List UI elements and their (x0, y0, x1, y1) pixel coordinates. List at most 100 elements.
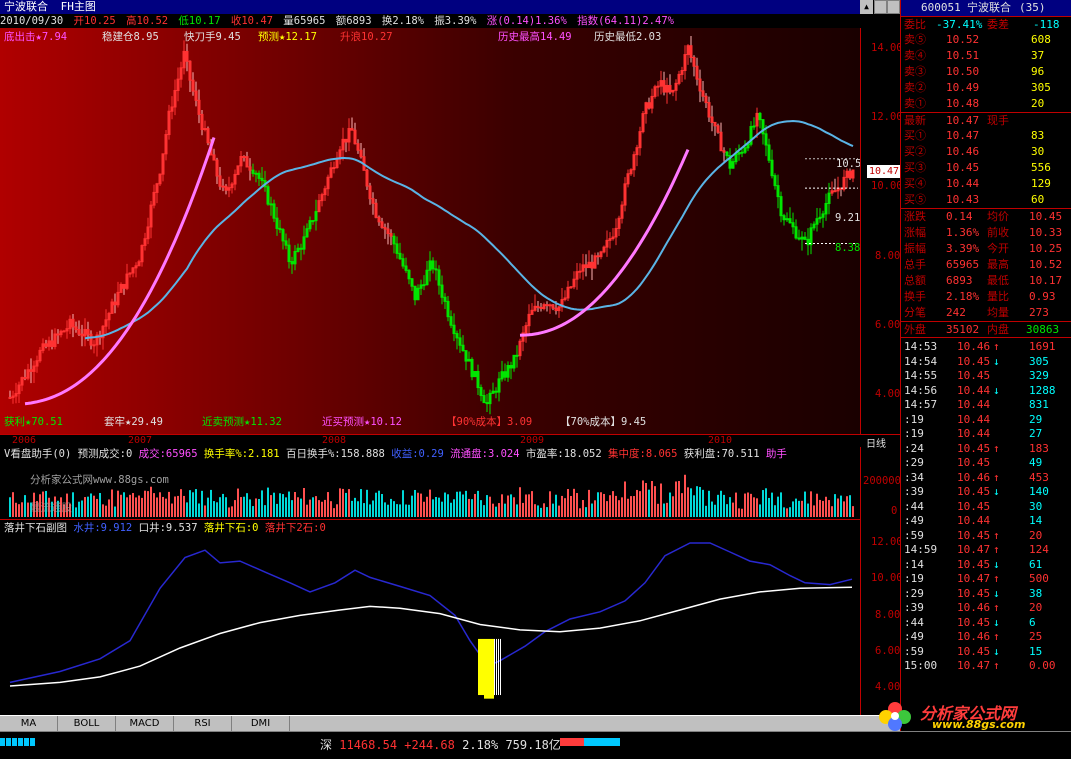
candle-body (656, 85, 660, 88)
tab-boll[interactable]: BOLL (58, 716, 116, 731)
candle-body (374, 202, 378, 218)
volume-y-axis: 200000 0 (860, 447, 901, 520)
candle-body (803, 236, 807, 240)
candle-body (332, 167, 336, 170)
volume-bar (744, 493, 746, 517)
volume-bar (609, 495, 611, 517)
sub-indicator-row: 落井下石副图 水井:9.912 口井:9.537 落井下石:0 落井下2石:0 (4, 521, 326, 535)
tick-price: 10.45 (957, 499, 991, 513)
candle-body (596, 255, 600, 258)
volume-bar (495, 506, 497, 517)
candle-body (290, 261, 294, 265)
vol-y-tick: 0 (891, 505, 898, 517)
stat-value: 273 (1029, 306, 1049, 319)
bid-price: 10.45 (946, 161, 980, 174)
volume-panel[interactable]: V看盘助手(0) 预测成交:0 成交:65965 换手率%:2.181 百日换手… (0, 447, 860, 520)
status-index-pct: 2.18% (462, 738, 499, 752)
bid-price: 10.43 (946, 193, 980, 206)
volume-bar (186, 502, 188, 517)
volume-bar (312, 497, 314, 517)
volume-bar (27, 502, 29, 517)
tick-volume: 305 (1029, 354, 1049, 368)
candle-body (476, 370, 480, 389)
volume-bar (645, 483, 647, 517)
indicator-tabs: MA BOLL MACD RSI DMI (0, 715, 900, 731)
volume-bar (846, 496, 848, 517)
main-kline-chart[interactable]: 底出击★7.94 稳建仓8.95 快刀手9.45 预测★12.17 升浪10.2… (0, 28, 862, 434)
volume-bar (720, 490, 722, 517)
tick-direction: ↑ (993, 340, 1000, 353)
hist-low-label: 历史最低2.03 (594, 31, 662, 43)
vol-item: 集中度:8.065 (608, 448, 678, 460)
volume-bar (534, 504, 536, 517)
window-close-icon[interactable] (874, 0, 887, 14)
sub-indicator-panel[interactable]: 落井下石副图 水井:9.912 口井:9.537 落井下石:0 落井下2石:0 (0, 520, 860, 715)
tick-price: 10.47 (957, 543, 991, 556)
volume-bar (798, 500, 800, 517)
candle-body (89, 333, 93, 346)
tick-direction: ↓ (993, 354, 1000, 368)
tab-ma[interactable]: MA (0, 716, 58, 731)
quote-amount: 额6893 (335, 15, 372, 27)
candle-body (386, 228, 390, 235)
volume-bar (270, 495, 272, 517)
last-label: 最新 (904, 114, 926, 127)
volume-bar (366, 489, 368, 517)
volume-bar (837, 498, 839, 517)
status-meter-right (560, 738, 620, 746)
tick-volume: 0.00 (1029, 659, 1056, 672)
tab-rsi[interactable]: RSI (174, 716, 232, 731)
volume-bar (87, 496, 89, 517)
candle-body (791, 222, 795, 228)
tick-row: :29 10.45 49 (901, 456, 1071, 471)
chart-subtitle: FH主图 (60, 0, 96, 13)
quote-line: 2010/09/30 开10.25 高10.52 低10.17 收10.47 量… (0, 14, 860, 28)
stat-label: 今开 (987, 242, 1009, 255)
ratio-row: 委比 -37.41% 委差 -118 (901, 16, 1071, 32)
tab-dmi[interactable]: DMI (232, 716, 290, 731)
volume-bar (672, 496, 674, 517)
candle-body (464, 350, 468, 362)
stock-code: 600051 (921, 1, 961, 14)
candle-body (431, 260, 435, 270)
tick-volume: 183 (1029, 441, 1049, 455)
bid-label: 买④ (904, 177, 926, 190)
candle-body (494, 390, 498, 393)
volume-bar (633, 496, 635, 517)
volume-bar (255, 498, 257, 517)
rise-wave-label: 升浪10.27 (340, 31, 393, 43)
tick-row: :19 10.44 27 (901, 427, 1071, 442)
volume-bar (303, 488, 305, 517)
level-a-label: 9.21 (835, 212, 861, 224)
tick-price: 10.45 (957, 485, 991, 498)
volume-bar (687, 487, 689, 517)
stat-label: 最低 (987, 274, 1009, 287)
candle-body (281, 229, 285, 242)
volume-bar (834, 494, 836, 517)
ratio-label: 委比 (904, 18, 926, 31)
sub-y-axis: 12.00 10.00 8.00 6.00 4.00 (860, 520, 903, 715)
tick-time: :39 (904, 601, 924, 614)
brand-logo: 分析家公式网 www.88gs.com (874, 700, 1071, 731)
ratio-value: -37.41% (936, 18, 983, 31)
stat-value: 65965 (946, 258, 980, 271)
scroll-up-icon[interactable]: ▲ (860, 0, 873, 14)
window-maximize-icon[interactable] (887, 0, 900, 14)
candle-body (740, 151, 744, 154)
volume-bar (162, 496, 164, 517)
volume-bar (273, 492, 275, 517)
tab-macd[interactable]: MACD (116, 716, 174, 731)
volume-bar (9, 497, 11, 517)
candle-body (113, 301, 117, 306)
volume-bar (585, 507, 587, 517)
volume-bar (399, 504, 401, 517)
volume-bar (387, 504, 389, 517)
tick-direction: ↓ (993, 615, 1000, 629)
tick-list[interactable]: 14:53 10.46 ↑ 1691 14:54 10.45 ↓ 305 14:55 10.45 3… (901, 337, 1071, 674)
volume-bar (786, 508, 788, 517)
stat-label: 分笔 (904, 306, 926, 319)
level-c-label: 10.5 (836, 158, 862, 170)
candle-body (299, 247, 303, 250)
bid-volume: 129 (1031, 177, 1051, 190)
candle-body (245, 156, 249, 168)
